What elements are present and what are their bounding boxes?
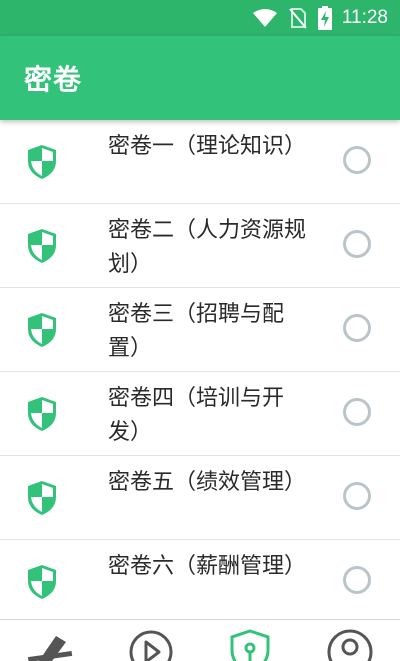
item-label: 密卷二（人力资源规划） (108, 218, 307, 277)
radio-button[interactable] (343, 146, 371, 174)
battery-charging-icon (317, 6, 332, 30)
shield-icon (28, 145, 56, 179)
nav-profile[interactable] (326, 628, 374, 661)
no-sim-icon (289, 8, 307, 29)
wifi-icon (252, 9, 277, 27)
user-icon (327, 629, 373, 661)
item-label: 密卷六（薪酬管理） (108, 554, 307, 579)
shield-icon (28, 397, 56, 431)
shield-icon (28, 481, 56, 515)
item-label: 密卷一（理论知识） (108, 134, 307, 159)
list-item[interactable]: 密卷三（招聘与配置） (0, 288, 400, 372)
exam-list: 密卷一（理论知识） 密卷二（人力资源规划） 密卷三（招聘与配置） 密卷四（培训与… (0, 120, 400, 619)
radio-button[interactable] (343, 314, 371, 342)
shield-icon (28, 313, 56, 347)
list-item[interactable]: 密卷五（绩效管理） (0, 456, 400, 540)
radio-button[interactable] (343, 230, 371, 258)
status-time: 11:28 (341, 7, 388, 28)
item-label: 密卷五（绩效管理） (108, 470, 307, 495)
shield-icon (28, 229, 56, 263)
radio-button[interactable] (343, 566, 371, 594)
list-item[interactable]: 密卷六（薪酬管理） (0, 540, 400, 619)
shield-icon (28, 565, 56, 599)
page-title: 密卷 (24, 63, 83, 96)
nav-secret-exam[interactable] (226, 628, 274, 661)
status-bar: 11:28 (0, 0, 400, 36)
radio-button[interactable] (343, 482, 371, 510)
list-item[interactable]: 密卷二（人力资源规划） (0, 204, 400, 288)
radio-button[interactable] (343, 398, 371, 426)
play-icon (129, 630, 173, 661)
nav-practice[interactable] (26, 628, 74, 661)
item-label: 密卷三（招聘与配置） (108, 302, 285, 361)
list-item[interactable]: 密卷一（理论知识） (0, 120, 400, 204)
pen-icon (27, 636, 73, 661)
shield-lock-icon (230, 629, 270, 661)
bottom-nav (0, 619, 400, 661)
item-label: 密卷四（培训与开发） (108, 386, 285, 445)
nav-video[interactable] (127, 628, 175, 661)
app-bar: 密卷 (0, 36, 400, 120)
list-item[interactable]: 密卷四（培训与开发） (0, 372, 400, 456)
